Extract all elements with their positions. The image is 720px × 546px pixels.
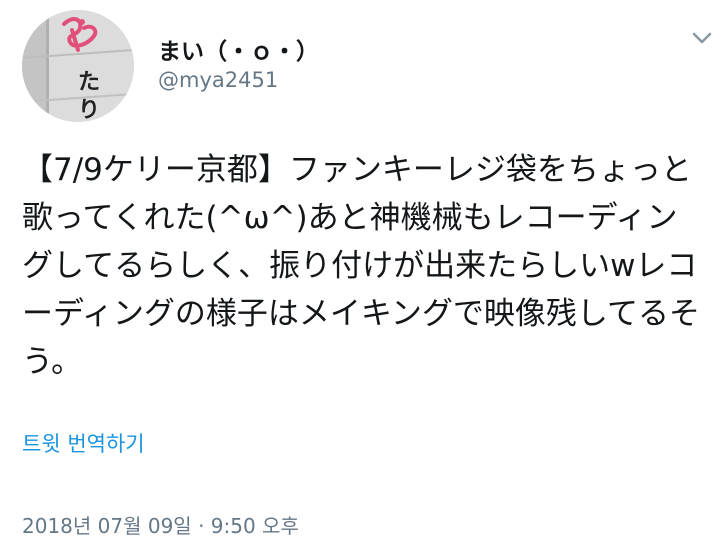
user-handle[interactable]: @mya2451 (158, 68, 278, 92)
tweet-text: 【7/9ケリー京都】ファンキーレジ袋をちょっと歌ってくれた(^ω^)あと神機械も… (22, 152, 700, 380)
avatar[interactable]: た り (22, 10, 134, 122)
display-name[interactable]: まい（・ｏ・） (158, 32, 319, 66)
avatar-glyph: り (78, 97, 101, 122)
tweet-timestamp: 2018년 07월 09일 · 9:50 오후 (22, 514, 299, 538)
translate-tweet-link[interactable]: 트윗 번역하기 (22, 428, 145, 458)
chevron-down-icon[interactable] (690, 26, 714, 50)
